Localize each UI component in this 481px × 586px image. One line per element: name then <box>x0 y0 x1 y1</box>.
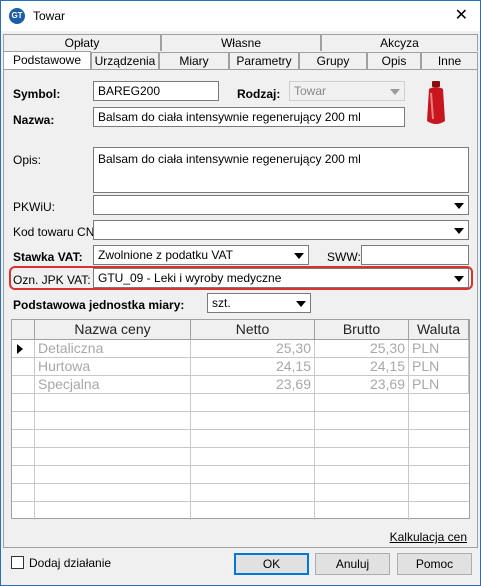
kod-cn-label: Kod towaru CN: <box>13 225 98 239</box>
table-cell[interactable]: 25,30 <box>191 340 315 358</box>
sww-field[interactable] <box>361 245 469 265</box>
tab-label: Opłaty <box>64 36 100 50</box>
empty-row <box>12 394 469 412</box>
opis-label: Opis: <box>13 153 42 167</box>
row-header-corner <box>12 320 35 340</box>
chevron-down-icon <box>296 301 306 307</box>
help-button[interactable]: Pomoc <box>397 553 472 575</box>
tab-label: Inne <box>437 54 462 68</box>
tab-label: Opis <box>381 54 407 68</box>
opis-textarea[interactable]: Balsam do ciała intensywnie regenerujący… <box>93 147 469 193</box>
current-row-icon <box>17 344 23 354</box>
table-cell[interactable]: Specjalna <box>35 376 191 394</box>
app-logo-icon: GT <box>9 8 25 24</box>
tab-label: Miary <box>179 54 209 68</box>
symbol-label: Symbol: <box>13 87 61 101</box>
table-cell[interactable]: Detaliczna <box>35 340 191 358</box>
empty-row <box>12 502 469 520</box>
cancel-button[interactable]: Anuluj <box>315 553 390 575</box>
row-indicator <box>12 340 35 358</box>
stawka-vat-dropdown[interactable]: Zwolnione z podatku VAT <box>93 245 309 265</box>
kalkulacja-cen-link[interactable]: Kalkulacja cen <box>390 530 467 544</box>
pkwiu-label: PKWiU: <box>13 200 55 214</box>
table-cell[interactable]: PLN <box>409 376 469 394</box>
nazwa-field[interactable]: Balsam do ciała intensywnie regenerujący… <box>93 107 405 127</box>
empty-row <box>12 484 469 502</box>
chevron-down-icon <box>454 203 464 209</box>
price-table: Nazwa ceny Netto Brutto Waluta Detaliczn… <box>11 319 470 520</box>
jednostka-dropdown[interactable]: szt. <box>207 293 311 313</box>
tab-label: Podstawowe <box>12 53 82 67</box>
empty-row <box>12 430 469 448</box>
symbol-field[interactable]: BAREG200 <box>93 81 219 101</box>
chevron-down-icon <box>454 228 464 234</box>
table-cell[interactable]: 24,15 <box>191 358 315 376</box>
jpk-vat-label: Ozn. JPK VAT: <box>13 273 91 287</box>
kod-cn-dropdown[interactable] <box>93 220 469 240</box>
tab-podstawowe[interactable]: Podstawowe <box>3 51 91 70</box>
tab-label: Urządzenia <box>94 54 156 68</box>
empty-row <box>12 412 469 430</box>
rodzaj-value: Towar <box>294 84 327 98</box>
column-header[interactable]: Nazwa ceny <box>35 320 191 340</box>
column-header[interactable]: Netto <box>191 320 315 340</box>
tab-grupy[interactable]: Grupy <box>299 52 367 69</box>
table-row[interactable]: Specjalna 23,69 23,69 PLN <box>12 376 469 394</box>
chevron-down-icon <box>390 89 400 95</box>
jednostka-label: Podstawowa jednostka miary: <box>13 298 185 312</box>
column-header[interactable]: Waluta <box>409 320 469 340</box>
table-row[interactable]: Detaliczna 25,30 25,30 PLN <box>12 340 469 358</box>
table-row[interactable]: Hurtowa 24,15 24,15 PLN <box>12 358 469 376</box>
tab-urzadzenia[interactable]: Urządzenia <box>91 52 159 69</box>
empty-row <box>12 448 469 466</box>
dodaj-dzialanie-checkbox[interactable] <box>11 556 24 569</box>
tab-opis[interactable]: Opis <box>367 52 421 69</box>
tab-akcyza[interactable]: Akcyza <box>321 34 478 51</box>
window-title: Towar <box>33 9 66 23</box>
column-header[interactable]: Brutto <box>315 320 409 340</box>
table-cell[interactable]: 23,69 <box>315 376 409 394</box>
table-cell[interactable]: PLN <box>409 340 469 358</box>
table-cell[interactable]: Hurtowa <box>35 358 191 376</box>
tab-label: Akcyza <box>380 36 419 50</box>
rodzaj-label: Rodzaj: <box>237 87 281 101</box>
tab-wlasne[interactable]: Własne <box>161 34 321 51</box>
table-cell[interactable]: PLN <box>409 358 469 376</box>
pkwiu-dropdown[interactable] <box>93 195 469 215</box>
chevron-down-icon <box>294 253 304 259</box>
table-cell[interactable]: 25,30 <box>315 340 409 358</box>
tab-miary[interactable]: Miary <box>159 52 229 69</box>
table-cell[interactable]: 24,15 <box>315 358 409 376</box>
table-cell[interactable]: 23,69 <box>191 376 315 394</box>
tab-label: Własne <box>220 36 261 50</box>
tab-parametry[interactable]: Parametry <box>229 52 299 69</box>
chevron-down-icon <box>454 276 464 282</box>
close-icon[interactable]: ✕ <box>455 5 468 25</box>
jpk-vat-dropdown[interactable]: GTU_09 - Leki i wyroby medyczne <box>93 268 469 288</box>
row-indicator <box>12 376 35 394</box>
tab-inne[interactable]: Inne <box>421 52 478 69</box>
rodzaj-dropdown: Towar <box>289 81 405 101</box>
jednostka-value: szt. <box>212 296 231 310</box>
dodaj-dzialanie-label: Dodaj działanie <box>29 556 112 570</box>
stawka-vat-value: Zwolnione z podatku VAT <box>98 248 233 262</box>
tab-label: Parametry <box>236 54 292 68</box>
row-indicator <box>12 358 35 376</box>
empty-row <box>12 466 469 484</box>
tab-label: Grupy <box>316 54 350 68</box>
stawka-vat-label: Stawka VAT: <box>13 250 83 264</box>
jpk-vat-value: GTU_09 - Leki i wyroby medyczne <box>98 271 282 285</box>
product-image <box>427 81 445 124</box>
nazwa-label: Nazwa: <box>13 113 55 127</box>
title-bar: GT Towar ✕ <box>1 1 480 31</box>
ok-button[interactable]: OK <box>234 553 309 575</box>
sww-label: SWW: <box>327 250 361 264</box>
towar-window: GT Towar ✕ Opłaty Własne Akcyza Podstawo… <box>0 0 481 586</box>
tab-oplaty[interactable]: Opłaty <box>3 34 161 51</box>
